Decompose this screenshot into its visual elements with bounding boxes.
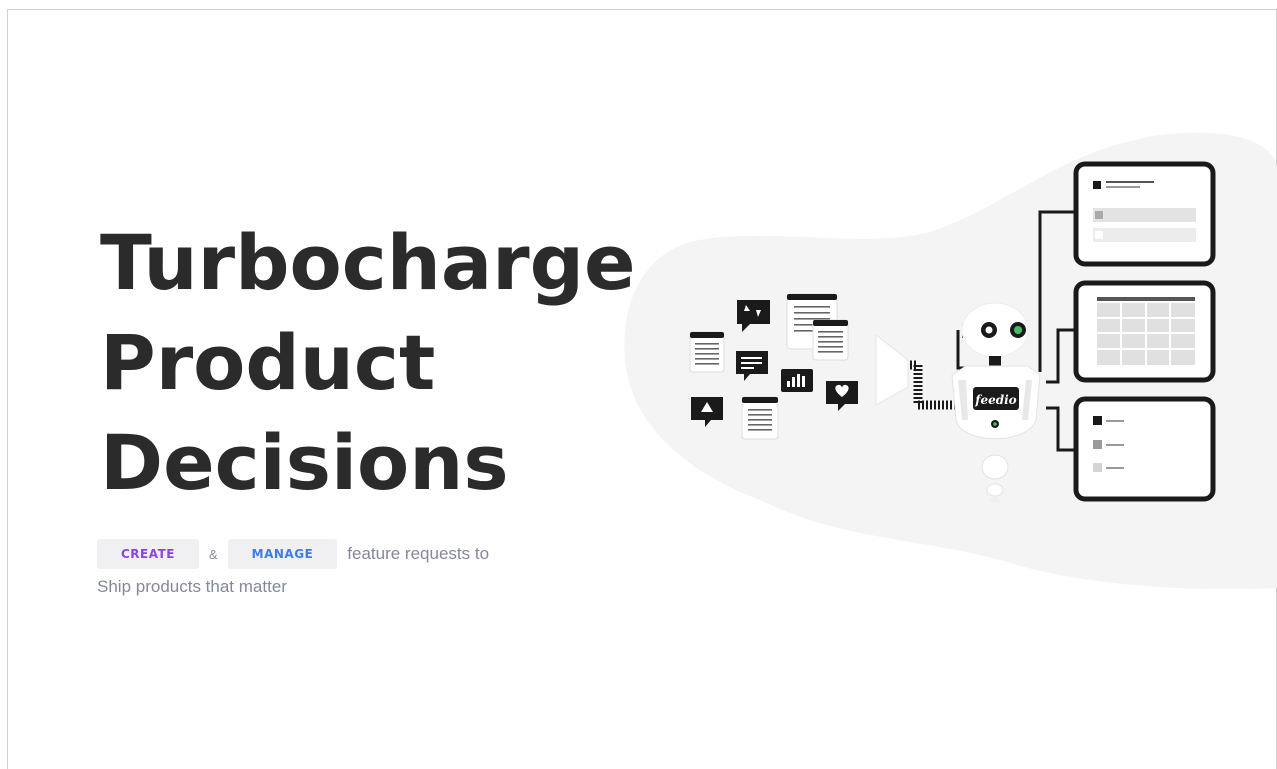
dashboard-screen-table — [1073, 280, 1216, 383]
robot-badge-text: feedio — [974, 393, 1016, 407]
bar-chart-icon — [781, 369, 813, 392]
dashboard-screen-top — [1073, 161, 1216, 267]
feedback-document-bottom — [741, 396, 779, 440]
dashboard-screen-list — [1073, 396, 1216, 502]
hero-illustration: feedio — [624, 132, 1277, 590]
feedback-document-left — [689, 331, 725, 373]
